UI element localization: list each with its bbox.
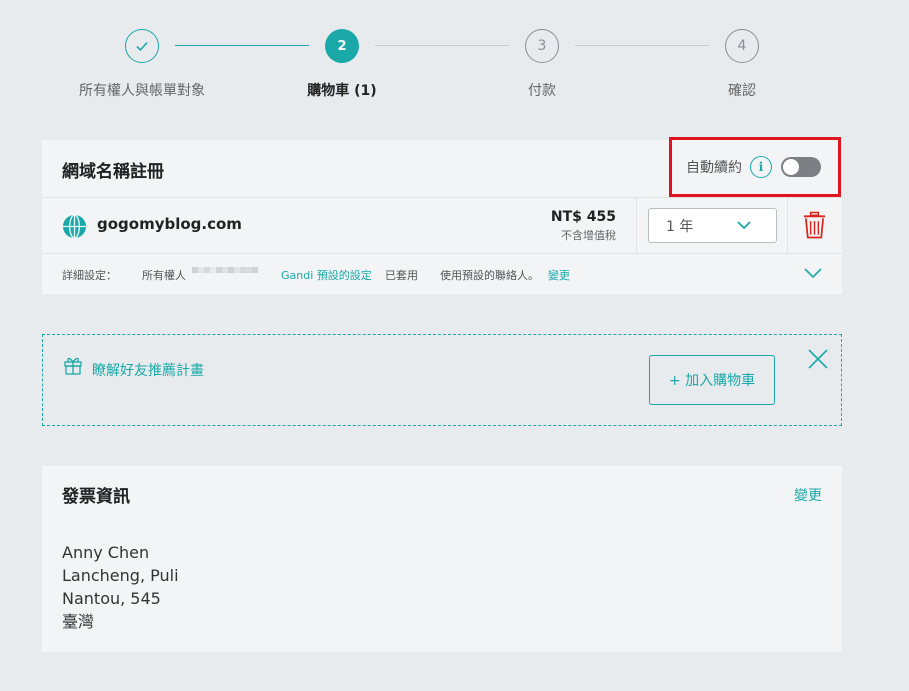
- globe-icon: [62, 214, 87, 239]
- address-line: 臺灣: [62, 612, 95, 631]
- contact-text: 使用預設的聯絡人。: [440, 269, 539, 282]
- redacted-owner: [192, 267, 258, 280]
- card-title: 發票資訊: [62, 487, 130, 507]
- owner-prefix: 所有權人: [142, 269, 186, 282]
- step-number: 2: [325, 29, 359, 63]
- referral-link[interactable]: 瞭解好友推薦計畫: [92, 360, 204, 380]
- applied-text: 已套用: [385, 269, 418, 282]
- step-label: 所有權人與帳單對象: [79, 83, 205, 99]
- gandi-default-link[interactable]: Gandi 預設的設定: [281, 267, 372, 283]
- invoice-card: 發票資訊 變更 Anny Chen Lancheng, Puli Nantou,…: [42, 466, 842, 652]
- divider: [636, 198, 637, 254]
- chevron-down-icon[interactable]: [804, 266, 822, 280]
- auto-renew-toggle[interactable]: [781, 157, 821, 177]
- step-label: 購物車 (1): [307, 83, 377, 99]
- address-line: Lancheng, Puli: [62, 566, 179, 585]
- invoice-change-link[interactable]: 變更: [794, 485, 822, 505]
- address-line: Anny Chen: [62, 543, 150, 562]
- price-block: NT$ 455 不含增值稅: [551, 209, 616, 243]
- card-title: 網域名稱註冊: [62, 162, 164, 182]
- step-number: 3: [525, 29, 559, 63]
- step-number: 4: [725, 29, 759, 63]
- add-to-cart-button[interactable]: + 加入購物車: [649, 355, 775, 405]
- auto-renew-control: 自動續約 i: [669, 137, 841, 197]
- details-row: 詳細設定： 所有權人 Gandi 預設的設定 已套用 使用預設的聯絡人。 變更: [42, 254, 842, 294]
- domain-row: gogomyblog.com NT$ 455 不含增值稅 1 年: [42, 198, 842, 254]
- step-label: 付款: [528, 83, 556, 99]
- address-line: Nantou, 545: [62, 589, 161, 608]
- period-select[interactable]: 1 年: [648, 208, 777, 243]
- auto-renew-label: 自動續約: [686, 160, 742, 176]
- period-value: 1 年: [666, 218, 694, 235]
- close-icon[interactable]: [807, 348, 829, 370]
- divider: [787, 198, 788, 254]
- step-payment[interactable]: 3 付款: [442, 0, 642, 100]
- gift-icon: [64, 357, 82, 375]
- toggle-knob: [783, 159, 799, 175]
- chevron-down-icon: [737, 221, 751, 230]
- details-label: 詳細設定：: [62, 269, 117, 282]
- checkout-stepper: 所有權人與帳單對象 2 購物車 (1) 3 付款 4 確認: [0, 0, 909, 110]
- check-icon: [136, 41, 148, 52]
- step-cart[interactable]: 2 購物車 (1): [242, 0, 442, 100]
- trash-icon[interactable]: [802, 211, 827, 239]
- tax-note: 不含增值稅: [561, 229, 616, 242]
- card-header: 網域名稱註冊 自動續約 i: [42, 137, 842, 198]
- referral-banner: 瞭解好友推薦計畫 + 加入購物車: [42, 334, 842, 426]
- step-done-indicator: [125, 29, 159, 63]
- domain-name: gogomyblog.com: [97, 215, 242, 233]
- info-icon[interactable]: i: [750, 156, 772, 178]
- domain-registration-card: 網域名稱註冊 自動續約 i gogomyblog.com NT$ 455 不含增…: [42, 137, 842, 294]
- step-confirm[interactable]: 4 確認: [642, 0, 842, 100]
- step-label: 確認: [728, 83, 756, 99]
- price-amount: NT$ 455: [550, 209, 616, 225]
- contact-change-link[interactable]: 變更: [548, 267, 570, 283]
- step-owner-billing[interactable]: 所有權人與帳單對象: [42, 0, 242, 100]
- invoice-address: Anny Chen Lancheng, Puli Nantou, 545 臺灣: [62, 541, 179, 633]
